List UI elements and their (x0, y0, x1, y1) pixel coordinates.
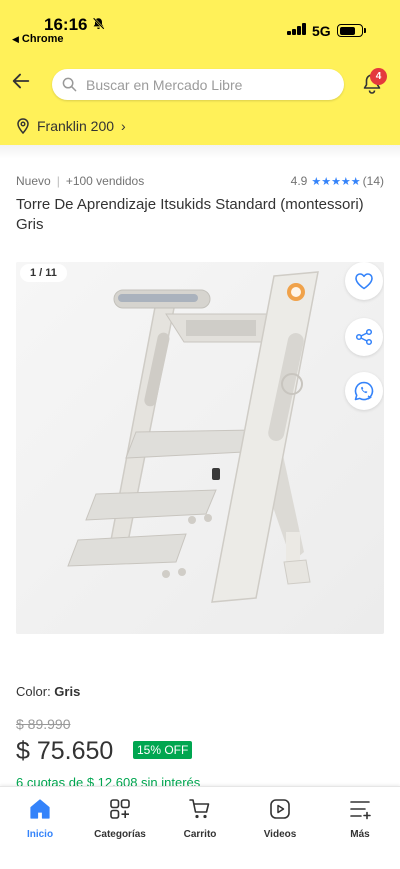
rating-stars-icon: ★★★★★ (311, 175, 361, 188)
share-button[interactable] (345, 318, 383, 356)
back-triangle-icon: ◀ (12, 34, 19, 44)
search-bar[interactable] (52, 69, 344, 100)
heart-icon (355, 273, 373, 290)
search-input[interactable] (86, 69, 336, 100)
color-label: Color: (16, 684, 55, 699)
whatsapp-icon (354, 381, 374, 401)
home-icon (30, 799, 50, 819)
nav-home-label: Inicio (26, 829, 54, 840)
nav-more[interactable]: Más (320, 797, 400, 840)
sold-count: +100 vendidos (65, 174, 145, 188)
nav-categories-label: Categorías (94, 829, 146, 840)
categories-icon (110, 799, 130, 819)
app-header: 4 Franklin 200 › (0, 50, 400, 145)
product-image-gallery[interactable]: 1 / 11 (16, 262, 384, 634)
cellular-signal-icon (287, 23, 307, 35)
review-count: (14) (362, 174, 384, 188)
back-arrow-icon[interactable] (10, 70, 32, 92)
status-bar: 16:16 ◀ Chrome 5G (0, 0, 400, 50)
nav-more-label: Más (350, 829, 370, 840)
discount-badge: 15% OFF (133, 741, 193, 759)
current-price: $ 75.650 (16, 737, 114, 765)
notification-badge: 4 (370, 68, 387, 85)
video-icon (270, 799, 290, 819)
silent-bell-icon (92, 17, 105, 33)
search-icon (62, 77, 77, 92)
back-to-app-link[interactable]: ◀ Chrome (12, 33, 63, 45)
whatsapp-share-button[interactable] (345, 372, 383, 410)
nav-cart[interactable]: Carrito (160, 797, 240, 840)
chevron-right-icon: › (121, 118, 126, 134)
back-app-label: Chrome (21, 33, 64, 45)
product-image (16, 262, 384, 634)
clock: 16:16 (44, 15, 88, 34)
favorite-button[interactable] (345, 262, 383, 300)
rating-summary[interactable]: 4.9 ★★★★★ (14) (291, 174, 384, 188)
rating-value: 4.9 (290, 174, 308, 188)
more-icon (350, 801, 371, 820)
location-label: Franklin 200 (37, 118, 115, 134)
condition-label: Nuevo (16, 174, 51, 188)
header-divider (0, 145, 400, 159)
bottom-navigation: Inicio Categorías Carrito Videos Más (0, 786, 400, 869)
nav-categories[interactable]: Categorías (80, 797, 160, 840)
product-title: Torre De Aprendizaje Itsukids Standard (… (16, 196, 364, 233)
share-icon (355, 328, 373, 346)
battery-icon (337, 24, 366, 37)
nav-home[interactable]: Inicio (0, 797, 80, 840)
color-selector[interactable]: Color: Gris (16, 684, 80, 699)
nav-cart-label: Carrito (183, 829, 217, 840)
nav-videos-label: Videos (263, 829, 297, 840)
color-value: Gris (54, 684, 81, 699)
location-pin-icon (17, 118, 29, 134)
image-counter: 1 / 11 (20, 264, 67, 282)
cart-icon (189, 799, 210, 819)
network-type: 5G (312, 23, 331, 39)
original-price: $ 89.990 (16, 716, 71, 732)
product-meta: Nuevo | +100 vendidos 4.9 ★★★★★ (14) (16, 174, 384, 190)
nav-videos[interactable]: Videos (240, 797, 320, 840)
delivery-location[interactable]: Franklin 200 › (16, 118, 126, 134)
meta-separator: | (56, 174, 60, 188)
